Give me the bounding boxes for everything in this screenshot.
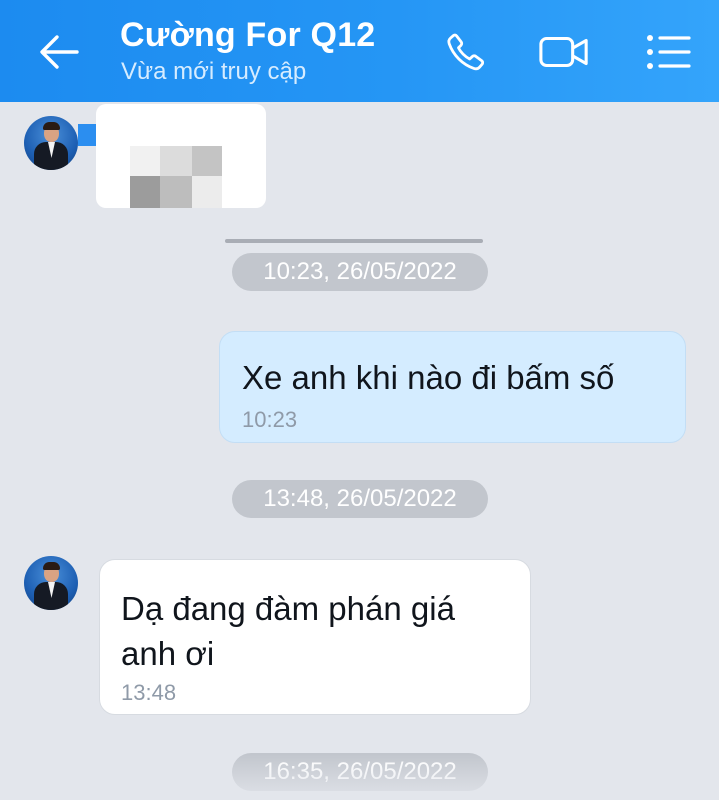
avatar-hair — [43, 122, 60, 130]
image-edge — [78, 124, 98, 146]
message-text: Dạ đang đàm phán giá anh ơi — [121, 590, 455, 672]
chat-header: Cường For Q12 Vừa mới truy cập — [0, 0, 719, 102]
video-camera-icon — [539, 36, 588, 68]
phone-icon — [447, 33, 485, 71]
pixelated-block — [192, 176, 222, 208]
pixelated-block — [160, 176, 192, 208]
arrow-left-icon — [40, 35, 79, 69]
video-call-button[interactable] — [538, 28, 590, 76]
back-button[interactable] — [34, 30, 84, 74]
menu-button[interactable] — [642, 28, 694, 76]
timestamp-pill: 13:48, 26/05/2022 — [232, 480, 488, 518]
pixelated-block — [130, 146, 160, 176]
pixelated-block — [192, 146, 222, 176]
message-time: 13:48 — [121, 680, 177, 705]
pixelated-block — [160, 146, 192, 176]
contact-status: Vừa mới truy cập — [121, 58, 307, 85]
timestamp-pill: 16:35, 26/05/2022 — [232, 753, 488, 791]
outgoing-message[interactable]: Xe anh khi nào đi bấm số 10:23 — [219, 331, 686, 443]
divider — [225, 239, 483, 243]
contact-avatar[interactable] — [24, 556, 78, 610]
contact-name[interactable]: Cường For Q12 — [120, 16, 375, 55]
pixelated-block — [130, 176, 160, 208]
avatar-hair — [43, 562, 60, 570]
image-message[interactable] — [96, 104, 266, 208]
timestamp-pill: 10:23, 26/05/2022 — [232, 253, 488, 291]
list-menu-icon — [647, 35, 691, 69]
call-button[interactable] — [440, 28, 492, 76]
message-list[interactable]: 10:23, 26/05/2022 Xe anh khi nào đi bấm … — [0, 102, 719, 800]
message-time: 10:23 — [242, 407, 298, 432]
contact-avatar[interactable] — [24, 116, 78, 170]
message-text: Xe anh khi nào đi bấm số — [242, 359, 615, 396]
incoming-message[interactable]: Dạ đang đàm phán giá anh ơi 13:48 — [99, 559, 531, 715]
